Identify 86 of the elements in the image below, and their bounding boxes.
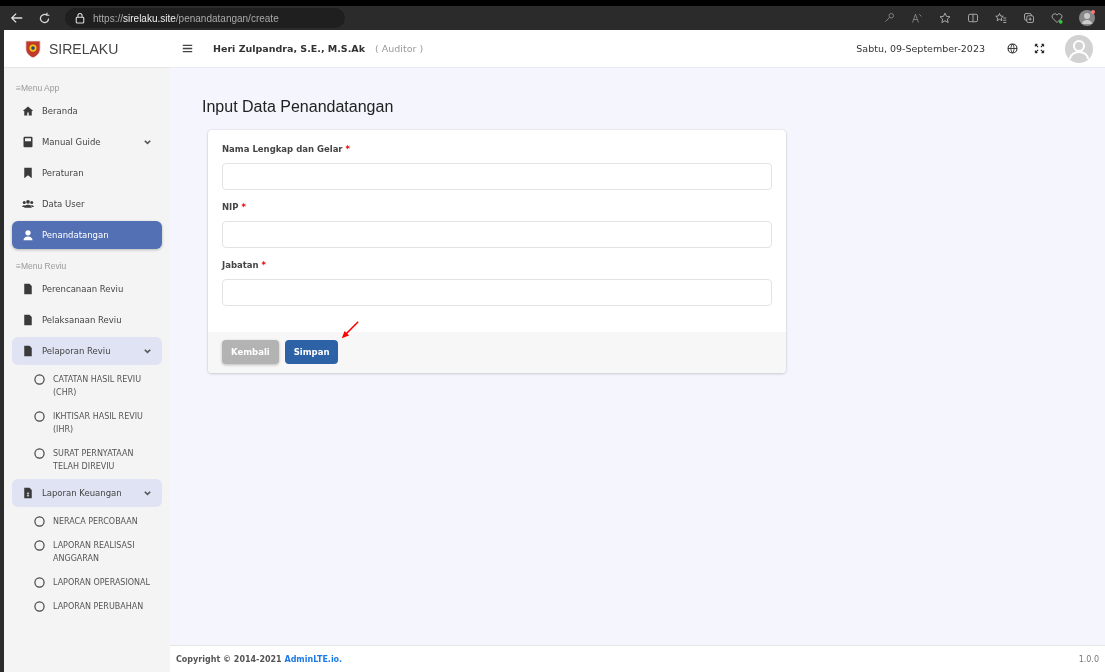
- sidebar-subitem[interactable]: LAPORAN PERUBAHAN: [12, 595, 162, 619]
- sidebar-subitem-label: LAPORAN OPERASIONAL: [53, 577, 151, 589]
- bookmark-icon: [22, 167, 34, 179]
- user-name: Heri Zulpandra, S.E., M.S.Ak: [213, 43, 365, 54]
- sidebar-subitem[interactable]: SURAT PERNYATAAN TELAH DIREVIU: [12, 442, 162, 479]
- copyright-text: Copyright © 2014-2021 AdminLTE.io.: [176, 654, 343, 664]
- circle-icon: [34, 601, 45, 612]
- page-title: Input Data Penandatangan: [202, 98, 395, 116]
- sidebar-item[interactable]: Data User: [12, 190, 162, 218]
- address-bar[interactable]: https://sirelaku.site/penandatangan/create: [65, 8, 345, 28]
- sidebar-subitem-label: SURAT PERNYATAAN TELAH DIREVIU: [53, 448, 135, 473]
- reload-icon[interactable]: [38, 11, 51, 25]
- url-text: https://sirelaku.site/penandatangan/create: [93, 12, 279, 24]
- heart-icon[interactable]: [1051, 12, 1063, 24]
- menu-section-header: ≡Menu Reviu: [15, 260, 68, 273]
- circle-icon: [34, 448, 45, 459]
- lock-icon: [75, 12, 85, 24]
- date-text: Sabtu, 09-September-2023: [856, 43, 985, 54]
- circle-icon: [34, 411, 45, 422]
- input-field[interactable]: [222, 221, 772, 248]
- chevron-down-icon: [143, 488, 152, 498]
- menu-section-header: ≡Menu App: [15, 82, 61, 95]
- sidebar-item-label: Laporan Keuangan: [42, 488, 122, 498]
- circle-icon: [34, 577, 45, 588]
- field-label: Jabatan *: [222, 260, 267, 270]
- key-icon[interactable]: [883, 12, 895, 24]
- sidebar-item[interactable]: Manual Guide: [12, 128, 162, 156]
- user-role: ( Auditor ): [375, 43, 424, 54]
- sidebar-item[interactable]: Pelaporan Reviu: [12, 337, 162, 365]
- menu-icon[interactable]: [182, 43, 193, 54]
- sidebar-subitem[interactable]: NERACA PERCOBAAN: [12, 510, 162, 534]
- sidebar-item-label: Pelaporan Reviu: [42, 346, 111, 356]
- sidebar-item-label: Penandatangan: [42, 230, 109, 240]
- chevron-down-icon: [143, 346, 152, 356]
- field-label: Nama Lengkap dan Gelar *: [222, 144, 351, 154]
- arrow-annotation: [340, 320, 360, 340]
- sidebar-subitem-label: LAPORAN PERUBAHAN: [53, 601, 145, 613]
- sidebar-item-label: Manual Guide: [42, 137, 101, 147]
- brand-name[interactable]: SIRELAKU: [49, 40, 119, 57]
- sidebar-subitem-label: IKHTISAR HASIL REVIU (IHR): [53, 411, 144, 436]
- field-label: NIP *: [222, 202, 247, 212]
- circle-icon: [34, 516, 45, 527]
- adminlte-link[interactable]: AdminLTE.io.: [284, 654, 343, 664]
- user-icon: [22, 229, 34, 241]
- invoice-icon: [22, 487, 34, 499]
- sidebar-item[interactable]: Peraturan: [12, 159, 162, 187]
- sidebar-subitem-label: CATATAN HASIL REVIU (CHR): [53, 374, 143, 399]
- collections-icon[interactable]: [1023, 12, 1035, 24]
- sidebar-item-label: Beranda: [42, 106, 78, 116]
- shield-logo-icon: [24, 38, 42, 59]
- sidebar-item-label: Data User: [42, 199, 85, 209]
- sidebar-item[interactable]: Beranda: [12, 97, 162, 125]
- file-icon: [22, 283, 34, 295]
- sidebar-item-label: Peraturan: [42, 168, 84, 178]
- fullscreen-icon[interactable]: [1034, 43, 1045, 54]
- sidebar-subitem[interactable]: LAPORAN OPERASIONAL: [12, 571, 162, 595]
- users-icon: [22, 198, 34, 210]
- globe-icon[interactable]: [1007, 43, 1018, 54]
- sidebar-subitem[interactable]: LAPORAN REALISASI ANGGARAN: [12, 534, 162, 571]
- favorites-icon[interactable]: [995, 12, 1007, 24]
- file-icon: [22, 314, 34, 326]
- home-icon: [22, 105, 34, 117]
- version-text: 1.0.0: [1078, 654, 1099, 664]
- split-screen-icon[interactable]: [967, 12, 979, 24]
- book-icon: [22, 136, 34, 148]
- read-aloud-icon[interactable]: [911, 12, 923, 24]
- star-icon[interactable]: [939, 12, 951, 24]
- chevron-down-icon: [143, 137, 152, 147]
- sidebar-subitem-label: NERACA PERCOBAAN: [53, 516, 139, 528]
- circle-icon: [34, 540, 45, 551]
- sidebar-subitem[interactable]: IKHTISAR HASIL REVIU (IHR): [12, 405, 162, 442]
- profile-avatar-icon[interactable]: [1079, 10, 1095, 26]
- sidebar-item-label: Perencanaan Reviu: [42, 284, 124, 294]
- sidebar-subitem[interactable]: CATATAN HASIL REVIU (CHR): [12, 368, 162, 405]
- back-arrow-icon[interactable]: [10, 11, 24, 25]
- circle-icon: [34, 374, 45, 385]
- input-field[interactable]: [222, 279, 772, 306]
- sidebar-item[interactable]: Perencanaan Reviu: [12, 275, 162, 303]
- sidebar-subitem-label: LAPORAN REALISASI ANGGARAN: [53, 540, 136, 565]
- sidebar-item[interactable]: Pelaksanaan Reviu: [12, 306, 162, 334]
- save-button[interactable]: Simpan: [284, 340, 339, 364]
- sidebar-item-label: Pelaksanaan Reviu: [42, 315, 122, 325]
- file-icon: [22, 345, 34, 357]
- sidebar-item[interactable]: Laporan Keuangan: [12, 479, 162, 507]
- input-field[interactable]: [222, 163, 772, 190]
- sidebar-item[interactable]: Penandatangan: [12, 221, 162, 249]
